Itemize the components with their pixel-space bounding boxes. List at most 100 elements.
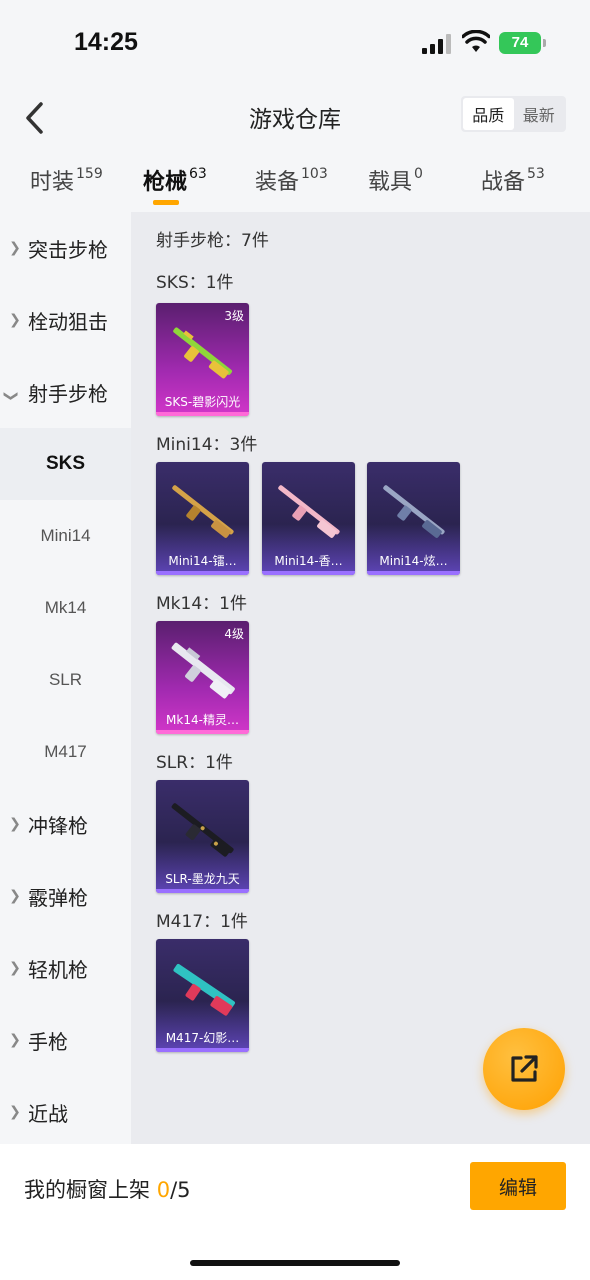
rarity-bar bbox=[156, 571, 249, 575]
tab-label: 战备 bbox=[481, 170, 526, 195]
weapon-card[interactable]: Mini14-炫… bbox=[367, 462, 460, 575]
rarity-bar bbox=[156, 1048, 249, 1052]
sort-toggle: 品质 最新 bbox=[461, 96, 566, 132]
chevron-right-icon: ❯ bbox=[9, 888, 21, 904]
weapon-card[interactable]: SLR-墨龙九天 bbox=[156, 780, 249, 893]
weapon-name: Mk14-精灵… bbox=[166, 713, 239, 727]
section-label: Mini14：3件 bbox=[156, 435, 258, 455]
tab-count: 103 bbox=[301, 166, 328, 182]
chevron-right-icon: ❯ bbox=[9, 1104, 21, 1120]
chevron-right-icon: ❯ bbox=[9, 312, 21, 328]
section-label: Mk14：1件 bbox=[156, 594, 247, 614]
sort-quality-button[interactable]: 品质 bbox=[463, 98, 514, 130]
tab-label: 时装 bbox=[30, 170, 75, 195]
weapon-card[interactable]: Mini14-镭… bbox=[156, 462, 249, 575]
share-button[interactable] bbox=[483, 1028, 565, 1110]
rifle-icon bbox=[173, 963, 235, 1016]
status-bar: 14:25 74 bbox=[0, 0, 590, 88]
weapon-name: SKS-碧影闪光 bbox=[164, 395, 241, 409]
tab-guns[interactable]: 枪械 63 bbox=[143, 164, 207, 196]
section-label: SLR：1件 bbox=[156, 753, 233, 773]
rarity-bar bbox=[156, 412, 249, 416]
sidebar-subitem-mk14[interactable]: Mk14 bbox=[0, 572, 131, 644]
chevron-down-icon: ❯ bbox=[3, 390, 19, 402]
weapon-list: 射手步枪：7件 SKS：1件 3级 SKS-碧影闪光 Mini14：3件 Min… bbox=[131, 212, 590, 1144]
weapon-card[interactable]: 3级 SKS-碧影闪光 bbox=[156, 303, 249, 416]
bottom-bar: 我的橱窗上架 0/5 编辑 bbox=[0, 1144, 590, 1280]
sidebar-subitem-sks[interactable]: SKS bbox=[0, 428, 131, 500]
showcase-label: 我的橱窗上架 bbox=[24, 1178, 157, 1202]
sidebar-item-lmg[interactable]: ❯ 轻机枪 bbox=[0, 932, 131, 1004]
section-label: M417：1件 bbox=[156, 912, 248, 932]
rarity-bar bbox=[367, 571, 460, 575]
weapon-name: Mini14-镭… bbox=[168, 554, 237, 568]
rifle-icon bbox=[383, 485, 445, 538]
tab-supplies[interactable]: 战备 53 bbox=[481, 164, 545, 196]
sidebar-item-pistol[interactable]: ❯ 手枪 bbox=[0, 1004, 131, 1076]
showcase-current: 0 bbox=[156, 1178, 171, 1202]
rifle-icon bbox=[171, 642, 235, 699]
sort-newest-button[interactable]: 最新 bbox=[514, 98, 565, 130]
weapon-card[interactable]: 4级 Mk14-精灵… bbox=[156, 621, 249, 734]
tab-count: 53 bbox=[527, 166, 545, 182]
rarity-bar bbox=[156, 730, 249, 734]
tab-label: 载具 bbox=[368, 170, 413, 195]
weapon-card[interactable]: M417-幻影… bbox=[156, 939, 249, 1052]
rifle-icon bbox=[278, 485, 340, 538]
sidebar-subitem-m417[interactable]: M417 bbox=[0, 716, 131, 788]
sidebar-item-label: 射手步枪 bbox=[28, 381, 108, 406]
rarity-bar bbox=[156, 889, 249, 893]
showcase-count: 我的橱窗上架 0/5 bbox=[24, 1174, 191, 1204]
sidebar: ❯ 突击步枪 ❯ 栓动狙击 ❯ 射手步枪 SKS Mini14 Mk14 SLR… bbox=[0, 212, 131, 1144]
edit-button[interactable]: 编辑 bbox=[470, 1162, 566, 1210]
rifle-icon bbox=[171, 803, 234, 857]
tab-count: 0 bbox=[414, 166, 423, 182]
external-link-icon bbox=[511, 1055, 538, 1082]
sidebar-item-label: 突击步枪 bbox=[28, 237, 108, 262]
tab-vehicles[interactable]: 载具 0 bbox=[368, 164, 423, 196]
weapon-name: Mini14-炫… bbox=[379, 554, 448, 568]
rifle-icon bbox=[172, 485, 234, 538]
section-label: SKS：1件 bbox=[156, 273, 234, 293]
tab-fashion[interactable]: 时装 159 bbox=[30, 164, 103, 196]
chevron-right-icon: ❯ bbox=[9, 816, 21, 832]
sidebar-item-bolt-sniper[interactable]: ❯ 栓动狙击 bbox=[0, 284, 131, 356]
tab-count: 159 bbox=[76, 166, 103, 182]
sidebar-item-label: 手枪 bbox=[28, 1029, 68, 1054]
wifi-icon bbox=[462, 30, 490, 52]
sidebar-item-label: 近战 bbox=[28, 1101, 68, 1126]
battery-indicator: 74 bbox=[499, 32, 546, 54]
chevron-right-icon: ❯ bbox=[9, 1032, 21, 1048]
category-summary: 射手步枪：7件 bbox=[156, 231, 269, 251]
sidebar-item-label: 冲锋枪 bbox=[28, 813, 88, 838]
sidebar-item-marksman-rifle[interactable]: ❯ 射手步枪 bbox=[0, 356, 131, 428]
sidebar-item-smg[interactable]: ❯ 冲锋枪 bbox=[0, 788, 131, 860]
chevron-right-icon: ❯ bbox=[9, 240, 21, 256]
active-tab-indicator bbox=[153, 200, 179, 205]
tab-count: 63 bbox=[189, 166, 207, 182]
home-indicator bbox=[190, 1260, 400, 1266]
header: 游戏仓库 品质 最新 bbox=[0, 88, 590, 148]
sidebar-item-assault-rifle[interactable]: ❯ 突击步枪 bbox=[0, 212, 131, 284]
rarity-bar bbox=[262, 571, 355, 575]
weapon-name: M417-幻影… bbox=[165, 1031, 240, 1045]
category-tabs: 时装 159 枪械 63 装备 103 载具 0 战备 53 bbox=[0, 160, 590, 212]
sidebar-item-label: 霰弹枪 bbox=[28, 885, 88, 910]
signal-icon bbox=[422, 34, 452, 54]
chevron-right-icon: ❯ bbox=[9, 960, 21, 976]
sidebar-item-shotgun[interactable]: ❯ 霰弹枪 bbox=[0, 860, 131, 932]
weapon-name: SLR-墨龙九天 bbox=[165, 872, 240, 886]
sidebar-subitem-mini14[interactable]: Mini14 bbox=[0, 500, 131, 572]
weapon-card[interactable]: Mini14-香… bbox=[262, 462, 355, 575]
sidebar-item-melee[interactable]: ❯ 近战 bbox=[0, 1076, 131, 1148]
tab-label: 装备 bbox=[255, 170, 300, 195]
sidebar-item-label: 栓动狙击 bbox=[28, 309, 108, 334]
showcase-total: /5 bbox=[170, 1178, 191, 1202]
weapon-name: Mini14-香… bbox=[274, 554, 343, 568]
status-time: 14:25 bbox=[74, 28, 138, 56]
tab-equipment[interactable]: 装备 103 bbox=[255, 164, 328, 196]
sidebar-subitem-slr[interactable]: SLR bbox=[0, 644, 131, 716]
tab-label: 枪械 bbox=[143, 170, 188, 195]
sidebar-item-label: 轻机枪 bbox=[28, 957, 88, 982]
rifle-icon bbox=[173, 327, 233, 379]
